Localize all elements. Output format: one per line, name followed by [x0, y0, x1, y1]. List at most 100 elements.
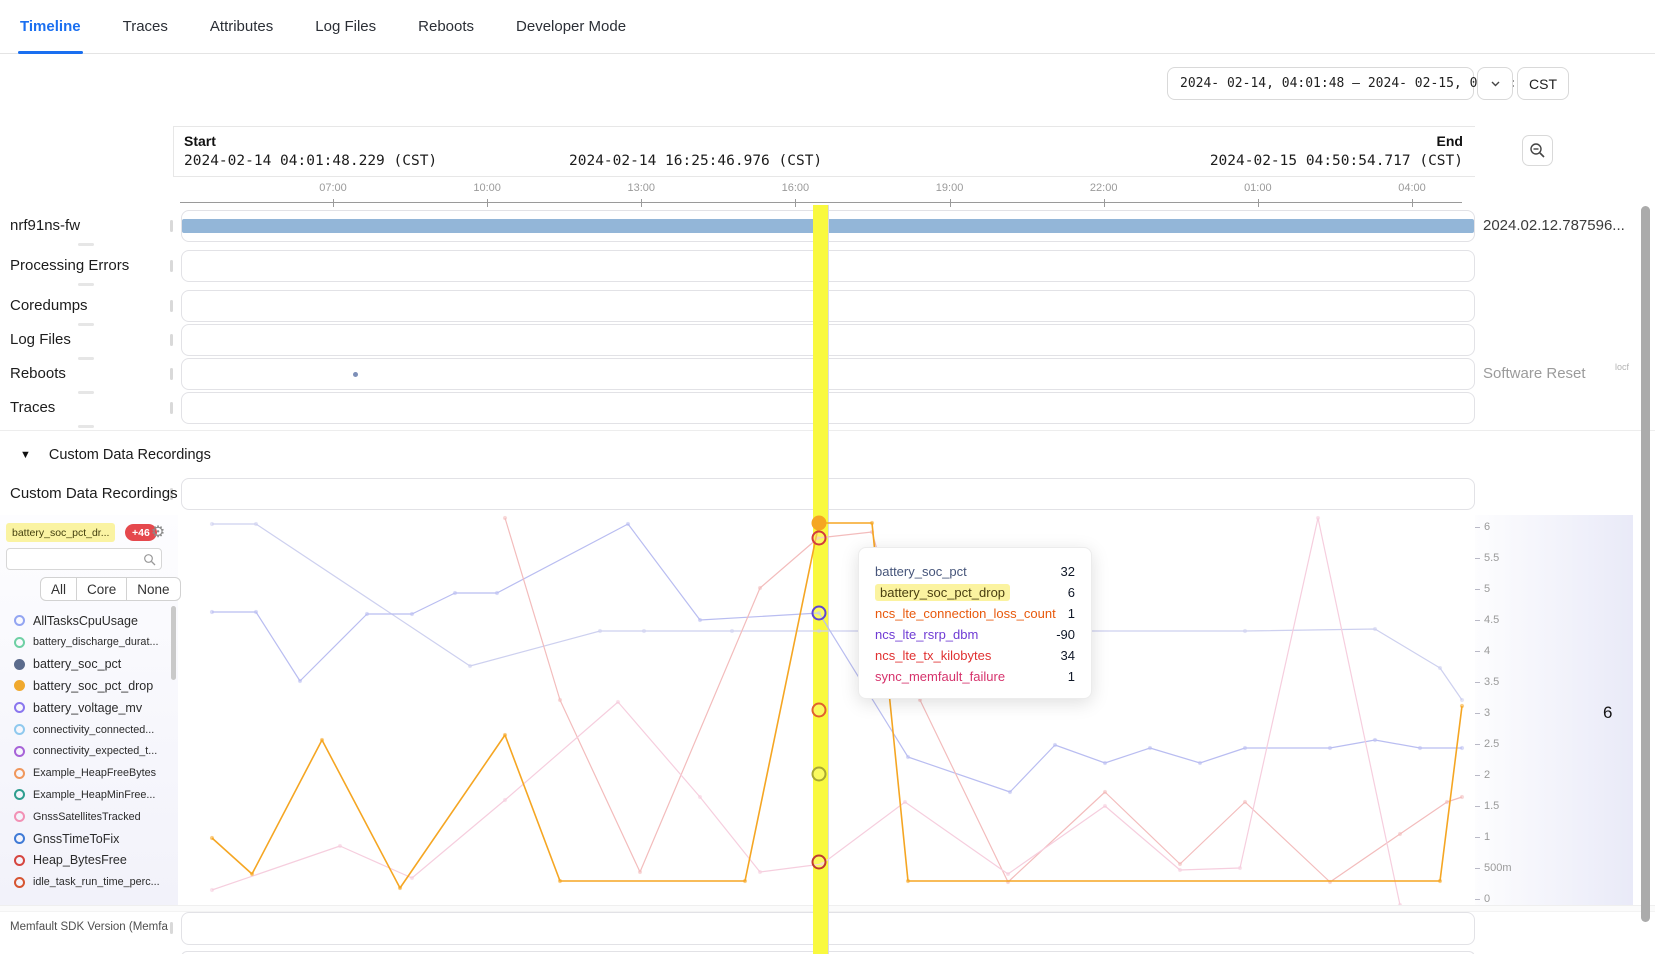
series-point	[1328, 746, 1332, 750]
tab-developer-mode[interactable]: Developer Mode	[516, 0, 626, 54]
tooltip-row: sync_memfault_failure1	[875, 666, 1075, 687]
series-point	[558, 879, 562, 883]
tab-reboots[interactable]: Reboots	[418, 0, 474, 54]
series-point	[254, 610, 258, 614]
tooltip-series-value: 6	[1068, 585, 1075, 600]
tab-traces[interactable]: Traces	[123, 0, 168, 54]
legend-item-alltaskscpuusage[interactable]: AllTasksCpuUsage	[0, 610, 170, 631]
cursor-marker[interactable]	[813, 768, 826, 781]
series-point	[1438, 879, 1442, 883]
series-point	[1460, 746, 1464, 750]
metrics-legend-panel: battery_soc_pct_dr... +46 ⚙ AllCoreNone …	[0, 515, 178, 905]
tooltip-series-name: ncs_lte_rsrp_dbm	[875, 627, 978, 642]
row-height-handle[interactable]	[78, 357, 94, 360]
series-point	[210, 522, 214, 526]
filter-button-all[interactable]: All	[40, 577, 77, 601]
tab-bar: Timeline Traces Attributes Log Files Reboots…	[0, 0, 1655, 54]
series-color-dot	[14, 702, 25, 713]
tab-attributes[interactable]: Attributes	[210, 0, 273, 54]
legend-item-battery-discharge-durat-[interactable]: battery_discharge_durat...	[0, 632, 170, 653]
metrics-chart[interactable]	[180, 515, 1475, 905]
series-point	[320, 738, 324, 742]
cursor-marker[interactable]	[813, 607, 826, 620]
legend-item-label: battery_voltage_mv	[33, 701, 142, 715]
series-point	[906, 879, 910, 883]
reboot-event-dot[interactable]	[353, 372, 358, 377]
series-point	[1460, 698, 1464, 702]
row-resize-handle[interactable]	[170, 220, 173, 232]
gear-icon[interactable]: ⚙	[146, 520, 170, 544]
date-range-dropdown-button[interactable]	[1477, 67, 1513, 100]
row-resize-handle[interactable]	[170, 334, 173, 346]
locf-label: locf	[1615, 362, 1629, 372]
cursor-marker[interactable]	[813, 517, 826, 530]
series-point	[698, 795, 702, 799]
legend-item-example-heapminfree-[interactable]: Example_HeapMinFree...	[0, 784, 170, 805]
row-resize-handle[interactable]	[170, 368, 173, 380]
start-time: 2024-02-14 04:01:48.229 (CST)	[184, 153, 437, 169]
series-point	[1103, 790, 1107, 794]
y-tick-mark	[1475, 806, 1480, 807]
cursor-marker[interactable]	[813, 856, 826, 869]
y-tick-label: 5	[1484, 583, 1490, 595]
series-line-lavender-flat	[212, 524, 1462, 700]
legend-item-connectivity-expected-t-[interactable]: connectivity_expected_t...	[0, 741, 170, 762]
row-label-custom-data-recordings: Custom Data Recordings	[10, 485, 178, 502]
row-height-handle[interactable]	[78, 391, 94, 394]
legend-item-example-heapfreebytes[interactable]: Example_HeapFreeBytes	[0, 763, 170, 784]
time-tick-label: 13:00	[628, 182, 656, 194]
time-tick-mark	[950, 199, 951, 207]
legend-scrollbar-thumb[interactable]	[171, 606, 176, 680]
series-point	[1373, 738, 1377, 742]
legend-item-connectivity-connected-[interactable]: connectivity_connected...	[0, 719, 170, 740]
filter-button-none[interactable]: None	[126, 577, 180, 601]
tab-log-files[interactable]: Log Files	[315, 0, 376, 54]
legend-item-battery-voltage-mv[interactable]: battery_voltage_mv	[0, 697, 170, 718]
row-height-handle[interactable]	[78, 323, 94, 326]
zoom-out-button[interactable]	[1522, 135, 1553, 166]
date-range-picker[interactable]: 2024- 02-14, 04:01:48 – 2024- 02-15, 04:…	[1167, 67, 1474, 100]
row-resize-handle[interactable]	[170, 300, 173, 312]
time-tick-label: 22:00	[1090, 182, 1118, 194]
row-label-nrf91ns-fw: nrf91ns-fw	[10, 217, 80, 234]
cursor-marker[interactable]	[813, 532, 826, 545]
row-resize-handle[interactable]	[170, 402, 173, 414]
series-point	[698, 618, 702, 622]
series-point	[1445, 800, 1449, 804]
legend-item-battery-soc-pct-drop[interactable]: battery_soc_pct_drop	[0, 675, 170, 696]
tab-timeline[interactable]: Timeline	[20, 0, 81, 54]
chart-y-axis: 65.554.543.532.521.51500m06	[1475, 515, 1633, 905]
legend-item-heap-bytesfree[interactable]: Heap_BytesFree	[0, 850, 170, 871]
row-height-handle[interactable]	[78, 283, 94, 286]
series-point	[453, 591, 457, 595]
metric-search-box[interactable]	[6, 548, 162, 570]
time-tick-mark	[1104, 199, 1105, 207]
row-height-handle[interactable]	[78, 425, 94, 428]
legend-item-gnsstimetofix[interactable]: GnssTimeToFix	[0, 828, 170, 849]
y-tick-mark	[1475, 682, 1480, 683]
legend-item-gnsssatellitestracked[interactable]: GnssSatellitesTracked	[0, 806, 170, 827]
series-point	[365, 612, 369, 616]
time-range-header: Start 2024-02-14 04:01:48.229 (CST) 2024…	[173, 126, 1475, 177]
legend-item-battery-soc-pct[interactable]: battery_soc_pct	[0, 654, 170, 675]
time-tick-mark	[1412, 199, 1413, 207]
filter-button-core[interactable]: Core	[76, 577, 127, 601]
timezone-label: CST	[1529, 76, 1557, 92]
row-height-handle[interactable]	[78, 243, 94, 246]
row-resize-handle[interactable]	[170, 260, 173, 272]
selected-metric-chip[interactable]: battery_soc_pct_dr...	[6, 523, 115, 542]
row-resize-handle[interactable]	[170, 922, 173, 934]
search-input[interactable]	[7, 553, 143, 565]
legend-item-idle-task-run-time-perc-[interactable]: idle_task_run_time_perc...	[0, 872, 170, 893]
collapse-triangle-icon[interactable]: ▼	[20, 449, 31, 461]
tooltip-series-value: -90	[1056, 627, 1075, 642]
y-tick-label: 1	[1484, 831, 1490, 843]
vertical-scrollbar-thumb[interactable]	[1641, 206, 1650, 922]
y-tick-label: 2	[1484, 769, 1490, 781]
tooltip-series-value: 32	[1061, 564, 1075, 579]
y-tick-label: 3.5	[1484, 676, 1499, 688]
series-point	[558, 698, 562, 702]
series-color-dot	[14, 811, 25, 822]
timezone-button[interactable]: CST	[1517, 67, 1569, 100]
cursor-marker[interactable]	[813, 704, 826, 717]
